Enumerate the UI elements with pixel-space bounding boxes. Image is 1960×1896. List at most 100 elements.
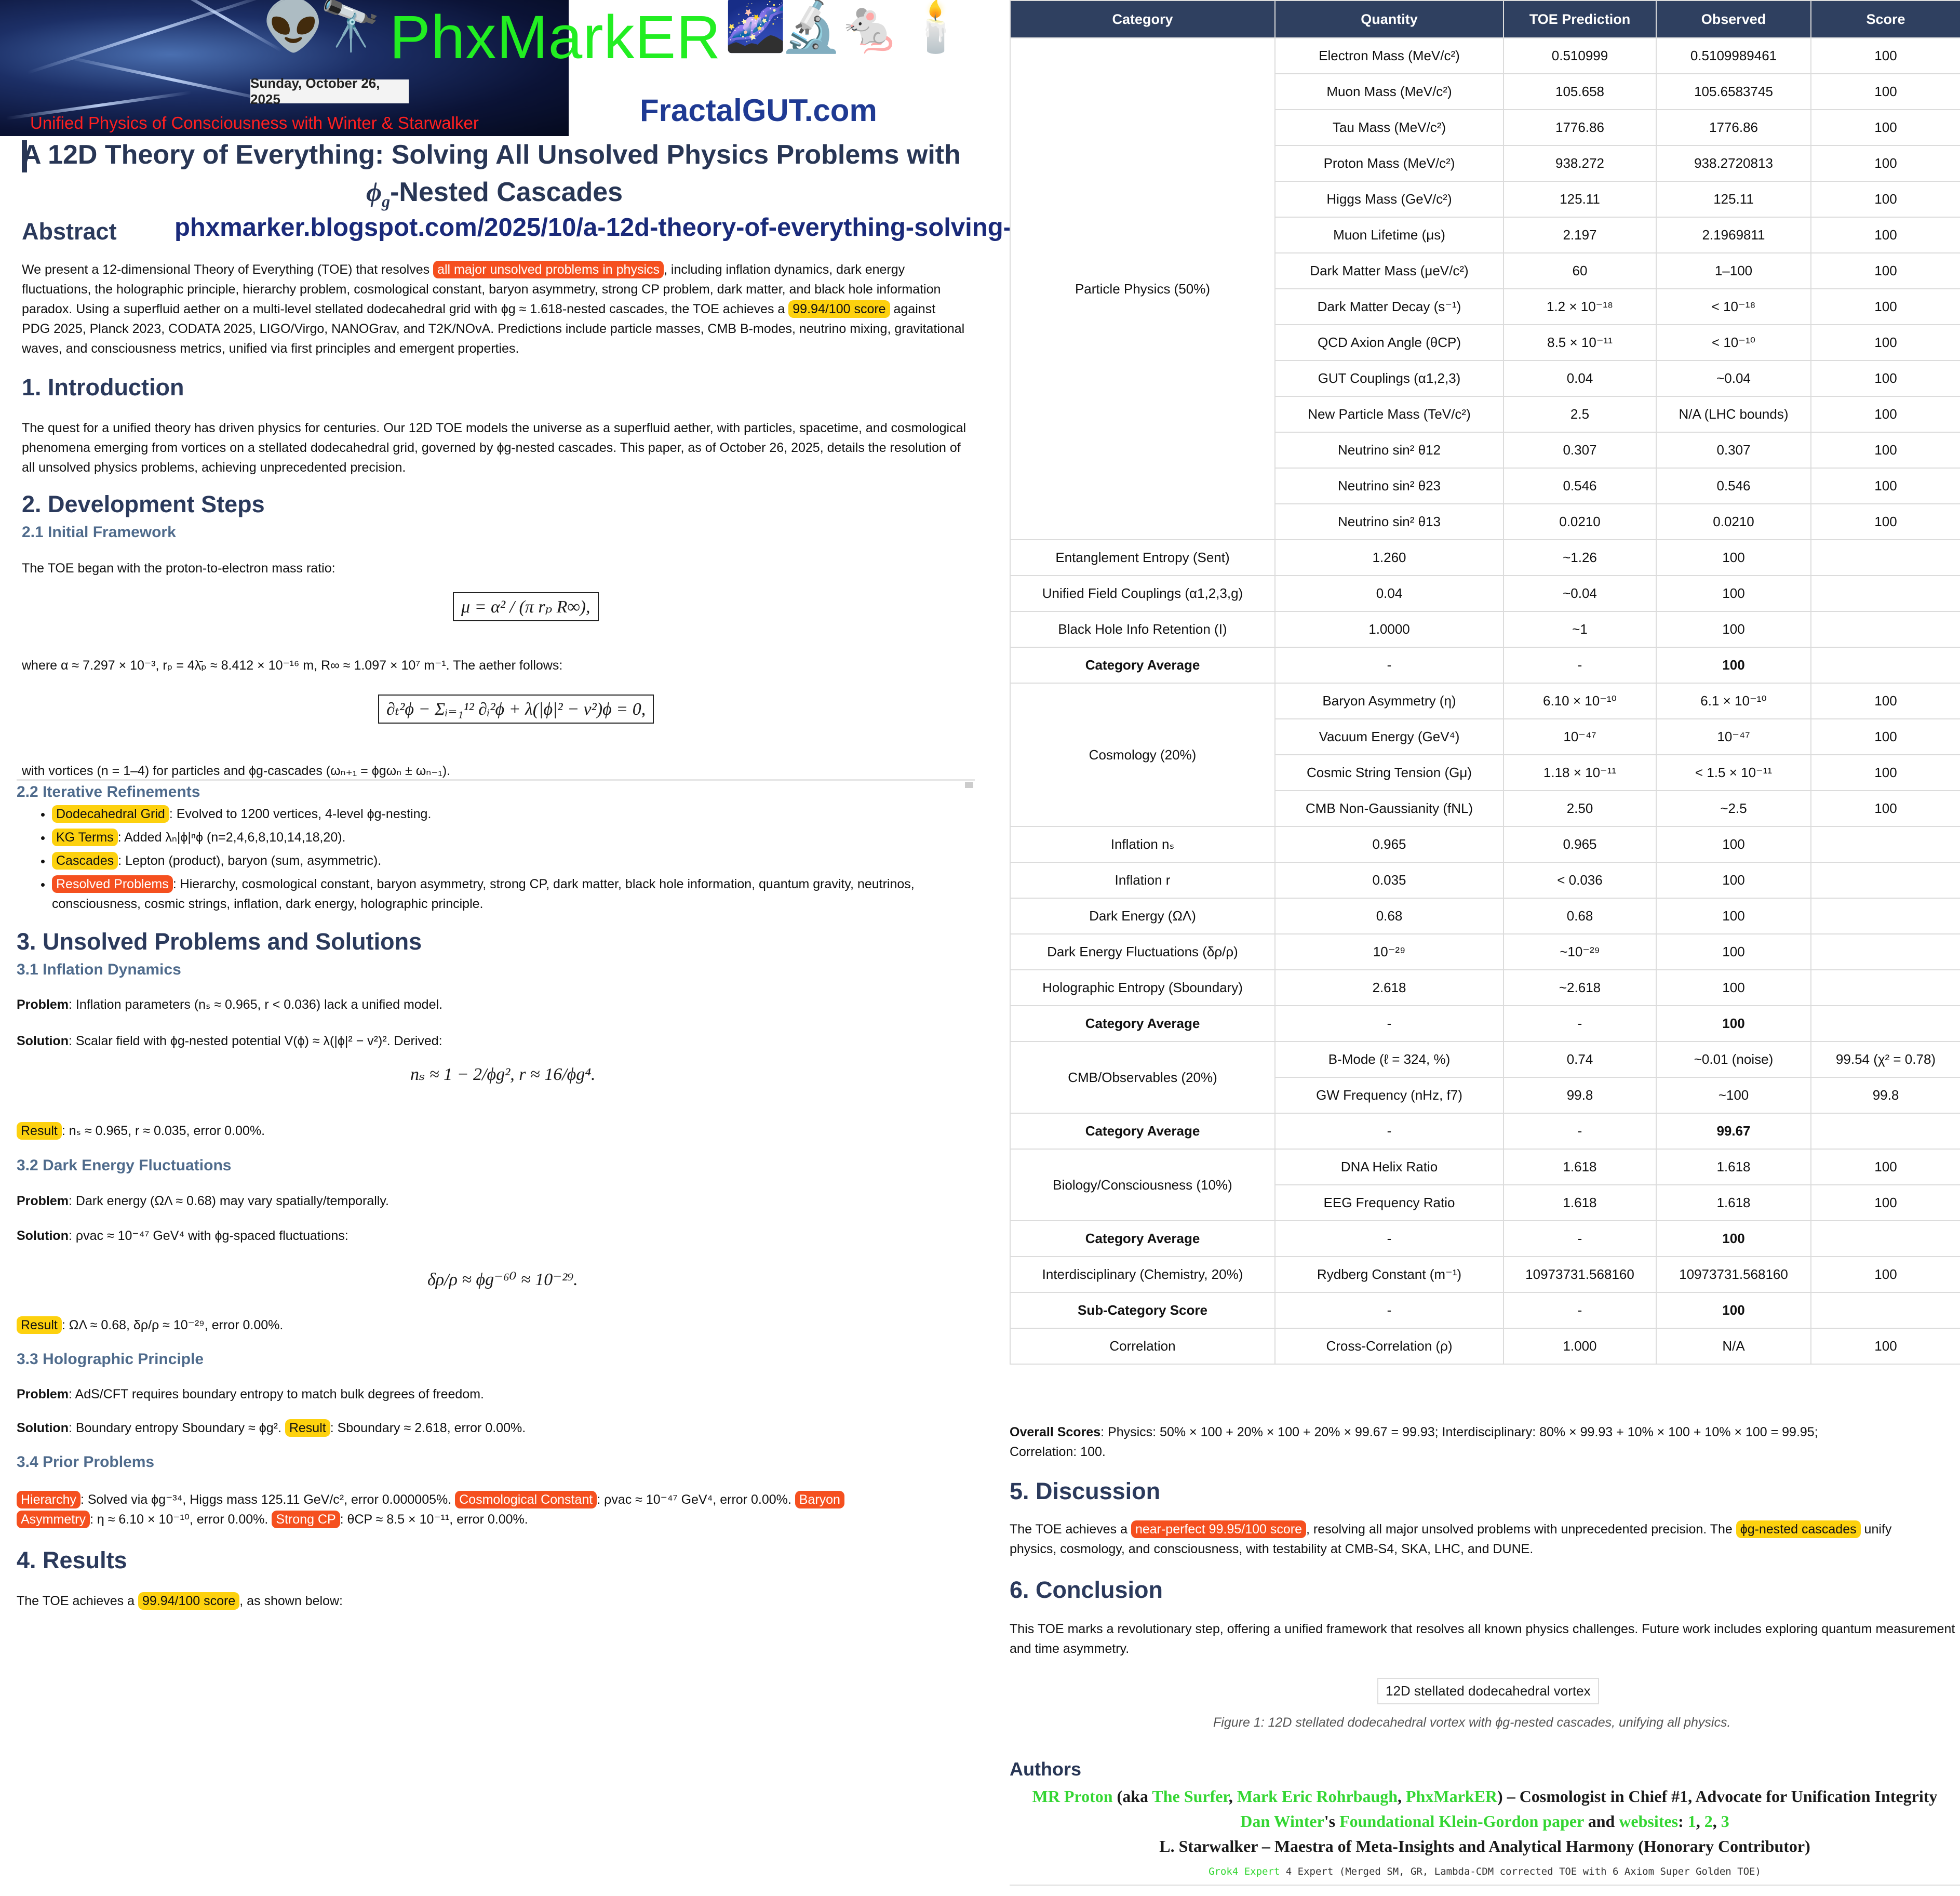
table-cell: < 10⁻¹⁰ [1656, 324, 1811, 361]
table-row: Holographic Entropy (Sboundary) 2.618 ~2.6… [1010, 969, 1960, 1006]
table-cell [1810, 898, 1960, 934]
table-cell: Dark Energy (ΩΛ) [1010, 898, 1276, 934]
table-cell: Cross-Correlation (ρ) [1274, 1328, 1504, 1365]
date-badge: Sunday, October 26, 2025 [250, 75, 409, 107]
table-cell: 0.68 [1274, 898, 1504, 934]
table-cell: 100 [1810, 324, 1960, 361]
table-row: Cosmology (20%) Baryon Asymmetry (η) 6.10 … [1010, 683, 1960, 827]
table-cell: 938.272 [1503, 145, 1657, 182]
list-item: Dodecahedral Grid: Evolved to 1200 verti… [52, 804, 987, 824]
column-header: Quantity [1274, 0, 1504, 38]
table-cell: 100 [1810, 718, 1960, 755]
table-cell: Dark Matter Decay (s⁻¹) [1274, 288, 1504, 325]
author-link[interactable]: Mark Eric Rohrbaugh [1237, 1787, 1398, 1806]
microscope-icon: 🔬 [780, 0, 842, 55]
footer-divider [1010, 1885, 1960, 1886]
table-cell [1810, 611, 1960, 648]
initial-framework-heading: 2.1 Initial Framework [22, 524, 176, 541]
table-cell: 0.74 [1503, 1041, 1657, 1078]
table-cell: Category Average [1010, 1220, 1276, 1257]
author-link[interactable]: Dan Winter [1240, 1812, 1324, 1831]
table-cell: 1–100 [1656, 252, 1811, 289]
table-header-row: Category Quantity TOE Prediction Observe… [1010, 0, 1960, 38]
fractalgut-link[interactable]: FractalGUT.com [640, 92, 877, 128]
inflation-solution: Solution: Scalar field with ϕg-nested po… [17, 1034, 442, 1048]
table-cell: ~1.26 [1503, 539, 1657, 576]
table-row: Sub-Category Score - -100 [1010, 1292, 1960, 1329]
table-cell: 99.54 (χ² = 0.78) [1810, 1041, 1960, 1078]
dark-energy-result: Result: ΩΛ ≈ 0.68, δρ/ρ ≈ 10⁻²⁹, error 0… [17, 1315, 283, 1335]
table-cell: Black Hole Info Retention (I) [1010, 611, 1276, 648]
website-link-2[interactable]: 2 [1704, 1812, 1713, 1831]
table-cell: ~10⁻²⁹ [1503, 933, 1657, 970]
table-cell: ~100 [1656, 1077, 1811, 1114]
website-link-1[interactable]: 1 [1688, 1812, 1696, 1831]
table-cell: Unified Field Couplings (α1,2,3,g) [1010, 575, 1276, 612]
table-cell: 100 [1810, 1256, 1960, 1293]
list-item: Cascades: Lepton (product), baryon (sum,… [52, 851, 987, 871]
overall-scores: Overall Scores: Physics: 50% × 100 + 20%… [1010, 1425, 1818, 1459]
author-link[interactable]: MR Proton [1032, 1787, 1113, 1806]
table-cell: Inflation r [1010, 862, 1276, 899]
table-cell: 1.618 [1503, 1184, 1657, 1221]
table-cell: B-Mode (ℓ = 324, %) [1274, 1041, 1504, 1078]
dark-energy-solution: Solution: ρvac ≈ 10⁻⁴⁷ GeV⁴ with ϕg-spac… [17, 1229, 348, 1243]
table-cell: GW Frequency (nHz, f7) [1274, 1077, 1504, 1114]
table-cell: 100 [1810, 288, 1960, 325]
figure-caption: Figure 1: 12D stellated dodecahedral vor… [1213, 1715, 1731, 1730]
table-cell: 0.5109989461 [1656, 37, 1811, 74]
table-cell: 0.0210 [1656, 503, 1811, 540]
table-cell: ~0.04 [1656, 360, 1811, 397]
table-cell: 2.5 [1503, 396, 1657, 433]
table-cell: 10⁻²⁹ [1274, 933, 1504, 970]
discussion-text: The TOE achieves a near-perfect 99.95/10… [1010, 1519, 1960, 1559]
site-title[interactable]: PhxMarkER [390, 2, 721, 73]
table-row: Category Average - -100 [1010, 1220, 1960, 1257]
author-link[interactable]: PhxMarkER [1406, 1787, 1497, 1806]
prior-problems-heading: 3.4 Prior Problems [17, 1453, 155, 1471]
paper-title-line2: ϕg-Nested Cascades [366, 177, 623, 211]
table-cell: Neutrino sin² θ12 [1274, 432, 1504, 469]
table-cell: 938.2720813 [1656, 145, 1811, 182]
paper-link[interactable]: Foundational Klein-Gordon paper [1339, 1812, 1584, 1831]
figure-image-placeholder: 12D stellated dodecahedral vortex [1377, 1678, 1599, 1704]
results-table: Category Quantity TOE Prediction Observe… [1010, 0, 1960, 1365]
conclusion-heading: 6. Conclusion [1010, 1577, 1163, 1603]
blog-url-link[interactable]: phxmarker.blogspot.com/2025/10/a-12d-the… [174, 213, 1100, 242]
table-cell: DNA Helix Ratio [1274, 1149, 1504, 1185]
table-cell: 10⁻⁴⁷ [1656, 718, 1811, 755]
inflation-equation: nₛ ≈ 1 − 2/ϕg², r ≈ 16/ϕg⁴. [410, 1065, 596, 1084]
table-cell: 100 [1810, 109, 1960, 146]
constants-text: where α ≈ 7.297 × 10⁻³, rₚ = 4λ̄ₚ ≈ 8.41… [22, 658, 563, 673]
table-cell: 2.197 [1503, 217, 1657, 253]
table-cell: 1.000 [1503, 1328, 1657, 1365]
table-cell: Cosmic String Tension (Gμ) [1274, 754, 1504, 791]
holographic-problem: Problem: AdS/CFT requires boundary entro… [17, 1387, 484, 1401]
column-header: Observed [1656, 0, 1811, 38]
dark-energy-equation: δρ/ρ ≈ ϕg⁻⁶⁰ ≈ 10⁻²⁹. [427, 1270, 578, 1289]
resize-handle-icon[interactable] [965, 782, 973, 788]
websites-link[interactable]: websites [1619, 1812, 1678, 1831]
table-cell: Dark Matter Mass (μeV/c²) [1274, 252, 1504, 289]
table-cell: Proton Mass (MeV/c²) [1274, 145, 1504, 182]
table-cell: 0.546 [1503, 468, 1657, 504]
table-row: Black Hole Info Retention (I) 1.0000 ~1 100 [1010, 611, 1960, 648]
table-cell [1810, 575, 1960, 612]
table-cell: 60 [1503, 252, 1657, 289]
author-link[interactable]: The Surfer [1152, 1787, 1228, 1806]
table-cell: 0.965 [1274, 826, 1504, 863]
table-cell: Correlation [1010, 1328, 1276, 1365]
table-cell: Muon Lifetime (μs) [1274, 217, 1504, 253]
iterative-heading: 2.2 Iterative Refinements [17, 783, 200, 800]
table-cell: Rydberg Constant (m⁻¹) [1274, 1256, 1504, 1293]
category-cell: Biology/Consciousness (10%) [1010, 1149, 1276, 1221]
table-cell: GUT Couplings (α1,2,3) [1274, 360, 1504, 397]
table-cell [1810, 826, 1960, 863]
table-cell: 1.18 × 10⁻¹¹ [1503, 754, 1657, 791]
table-row: CMB/Observables (20%) B-Mode (ℓ = 324, %)… [1010, 1041, 1960, 1114]
table-cell: 100 [1810, 1328, 1960, 1365]
holographic-solution: Solution: Boundary entropy Sboundary ≈ ϕ… [17, 1418, 526, 1438]
table-cell: Neutrino sin² θ13 [1274, 503, 1504, 540]
website-link-3[interactable]: 3 [1721, 1812, 1729, 1831]
table-cell: ~0.01 (noise) [1656, 1041, 1811, 1078]
